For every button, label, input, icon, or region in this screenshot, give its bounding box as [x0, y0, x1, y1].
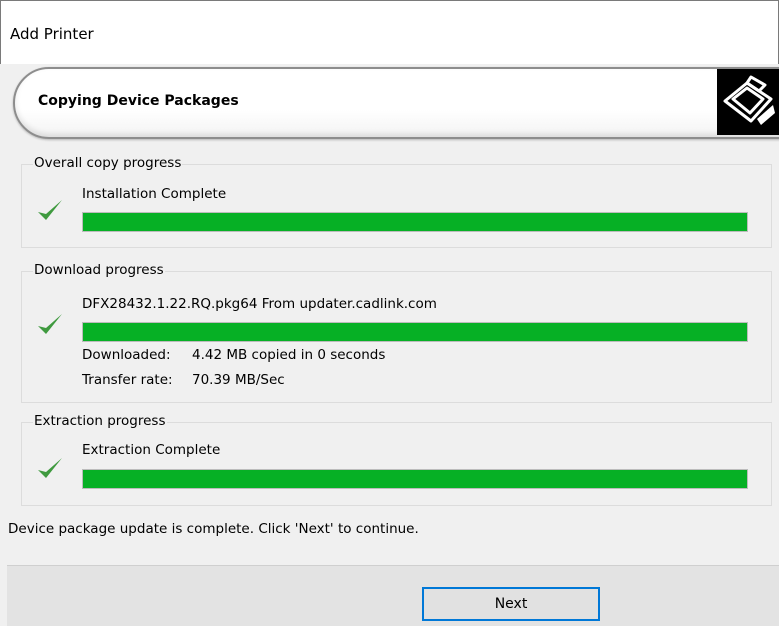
next-button[interactable]: Next	[422, 587, 600, 621]
window-title: Add Printer	[10, 25, 94, 43]
download-progress-group: Download progress DFX28432.1.22.RQ.pkg64…	[21, 262, 772, 403]
checkmark-icon	[38, 458, 62, 478]
downloaded-label: Downloaded:	[82, 347, 171, 363]
overall-status-text: Installation Complete	[82, 186, 227, 202]
download-file-text: DFX28432.1.22.RQ.pkg64 From updater.cadl…	[82, 296, 437, 312]
checkmark-icon	[38, 200, 62, 220]
extraction-progress-legend: Extraction progress	[33, 413, 167, 429]
download-progress-fill	[83, 323, 747, 341]
overall-progress-group: Overall copy progress Installation Compl…	[21, 155, 772, 248]
overall-progress-legend: Overall copy progress	[33, 155, 183, 171]
printer-icon	[717, 69, 779, 135]
download-progress-bar	[82, 322, 748, 342]
overall-progress-bar	[82, 212, 748, 232]
downloaded-value: 4.42 MB copied in 0 seconds	[192, 347, 386, 363]
extraction-progress-bar	[82, 469, 748, 489]
status-message: Device package update is complete. Click…	[8, 521, 419, 537]
download-progress-legend: Download progress	[33, 262, 165, 278]
extraction-status-text: Extraction Complete	[82, 442, 221, 458]
button-footer: Next	[7, 565, 779, 626]
title-bar: Add Printer	[0, 0, 779, 64]
header-banner: Copying Device Packages	[13, 67, 779, 139]
page-heading: Copying Device Packages	[38, 93, 239, 109]
transfer-rate-value: 70.39 MB/Sec	[192, 372, 285, 388]
checkmark-icon	[38, 314, 62, 334]
extraction-progress-fill	[83, 470, 747, 488]
overall-progress-fill	[83, 213, 747, 231]
extraction-progress-group: Extraction progress Extraction Complete	[21, 413, 772, 506]
transfer-rate-label: Transfer rate:	[82, 372, 173, 388]
